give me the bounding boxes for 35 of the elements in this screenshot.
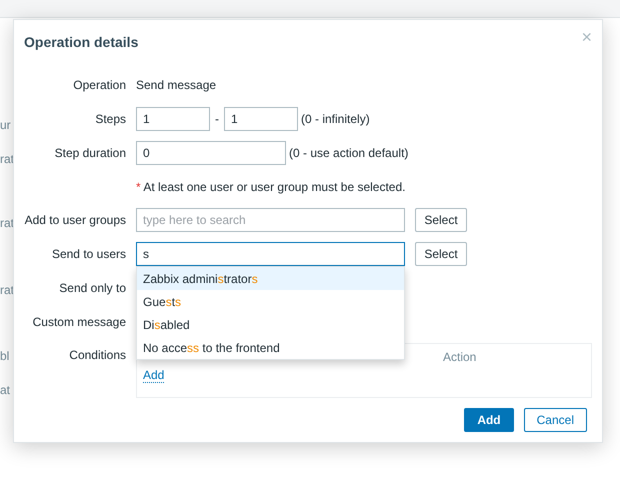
operation-value: Send message: [136, 77, 216, 94]
field-label: Step duration: [54, 145, 126, 162]
suggestion-item[interactable]: Guests: [137, 290, 404, 313]
field-label: Send to users: [52, 246, 126, 263]
background-text: rat: [0, 215, 14, 232]
required-note: * At least one user or user group must be selected.: [136, 178, 406, 196]
select-button[interactable]: Select: [415, 208, 467, 232]
field-label: Operation: [73, 77, 126, 94]
field-label: Send only to: [59, 280, 126, 297]
text-field[interactable]: 0: [136, 141, 286, 165]
field-label: Add to user groups: [24, 212, 126, 229]
field-label: Steps: [95, 111, 126, 128]
suggestion-item[interactable]: Zabbix administrators: [137, 267, 404, 290]
cancel-button[interactable]: Cancel: [524, 408, 587, 432]
range-dash: -: [215, 111, 219, 128]
field-label: Custom message: [32, 314, 126, 331]
text-field[interactable]: 1: [224, 107, 298, 131]
dialog-title: Operation details: [24, 33, 138, 52]
background-text: rat: [0, 151, 14, 168]
suggestion-item[interactable]: No access to the frontend: [137, 336, 404, 359]
hint-text: (0 - use action default): [289, 145, 408, 162]
background-text: at: [0, 382, 10, 399]
text-field[interactable]: type here to search: [136, 208, 405, 232]
text-field[interactable]: 1: [136, 107, 210, 131]
background-text: rat: [0, 282, 14, 299]
add-link[interactable]: Add: [143, 368, 164, 383]
background-text: bl: [0, 348, 10, 365]
hint-text: (0 - infinitely): [301, 111, 370, 128]
text-field[interactable]: s: [136, 242, 405, 266]
suggestion-item[interactable]: Disabled: [137, 313, 404, 336]
select-button[interactable]: Select: [415, 242, 467, 266]
field-label: Conditions: [69, 347, 126, 364]
background-text: ur: [0, 117, 11, 134]
add-button[interactable]: Add: [464, 408, 514, 432]
column-header: Action: [443, 349, 476, 362]
